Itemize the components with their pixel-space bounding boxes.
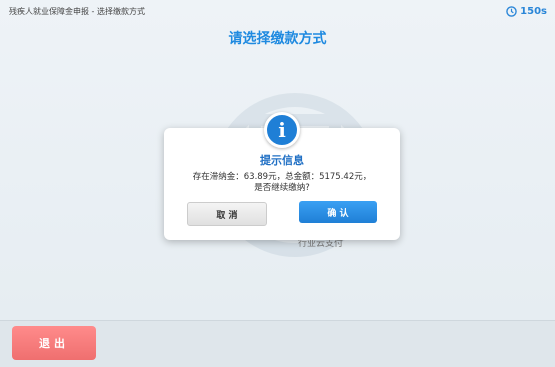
- exit-button[interactable]: 退出: [12, 326, 96, 360]
- dialog-message-line1: 存在滞纳金：63.89元，总金额：5175.42元，: [192, 172, 372, 182]
- dialog-message: 存在滞纳金：63.89元，总金额：5175.42元， 是否继续缴纳?: [164, 172, 400, 194]
- confirm-button[interactable]: 确 认: [299, 201, 377, 223]
- info-icon: i: [264, 112, 300, 148]
- dialog-title: 提示信息: [260, 154, 304, 167]
- dialog-message-line2: 是否继续缴纳?: [254, 183, 310, 193]
- cancel-button[interactable]: 取 消: [187, 202, 267, 226]
- screen: 残疾人就业保障金申报 - 选择缴款方式 150s 请选择缴款方式 行业云支付 i…: [0, 0, 555, 367]
